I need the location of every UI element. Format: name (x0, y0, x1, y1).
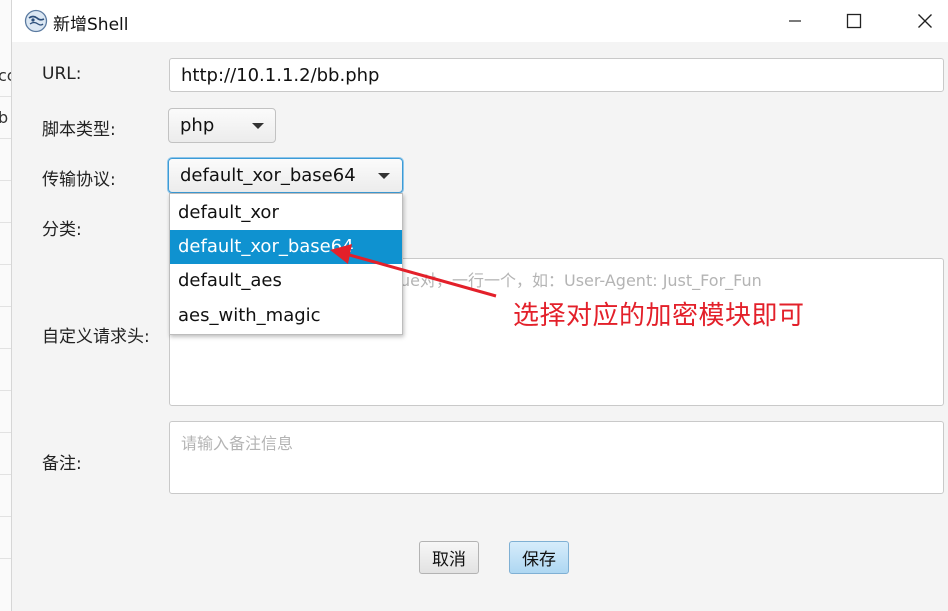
script-type-select[interactable]: php (168, 108, 276, 143)
protocol-value: default_xor_base64 (180, 165, 356, 186)
url-label: URL: (42, 64, 82, 84)
chevron-down-icon (378, 173, 390, 179)
remark-label: 备注: (42, 454, 82, 474)
custom-headers-placeholder: ue对，一行一个，如：User-Agent: Just_For_Fun (400, 271, 762, 290)
dropdown-option-selected[interactable]: default_xor_base64 (170, 230, 402, 264)
dropdown-option[interactable]: default_xor (170, 196, 402, 230)
remark-placeholder: 请输入备注信息 (181, 434, 294, 453)
protocol-dropdown-list: default_xor default_xor_base64 default_a… (169, 193, 403, 335)
chevron-down-icon (252, 123, 264, 129)
save-button[interactable]: 保存 (509, 541, 569, 574)
maximize-icon (846, 13, 862, 29)
annotation-text: 选择对应的加密模块即可 (513, 301, 805, 331)
app-logo-icon (24, 9, 48, 33)
background-text-fragment: cc (0, 66, 11, 85)
protocol-select[interactable]: default_xor_base64 (168, 158, 403, 193)
dropdown-option[interactable]: default_aes (170, 264, 402, 298)
window-title: 新增Shell (53, 15, 129, 35)
script-type-value: php (180, 115, 215, 136)
close-button[interactable] (902, 0, 948, 42)
minimize-icon (789, 20, 801, 22)
protocol-label: 传输协议: (42, 170, 116, 190)
url-input[interactable]: http://10.1.1.2/bb.php (169, 58, 944, 92)
script-type-label: 脚本类型: (42, 120, 116, 140)
maximize-button[interactable] (831, 0, 877, 42)
url-value: http://10.1.1.2/bb.php (181, 65, 380, 86)
custom-headers-label: 自定义请求头: (42, 327, 150, 347)
cancel-button[interactable]: 取消 (419, 541, 479, 574)
remark-textarea[interactable]: 请输入备注信息 (169, 421, 944, 494)
minimize-button[interactable] (772, 0, 818, 42)
close-icon (918, 14, 932, 28)
category-label: 分类: (42, 220, 82, 240)
background-text-fragment: b (0, 108, 8, 127)
dropdown-option[interactable]: aes_with_magic (170, 299, 402, 333)
background-window: cc b (0, 0, 12, 611)
title-bar: 新增Shell (12, 0, 948, 42)
